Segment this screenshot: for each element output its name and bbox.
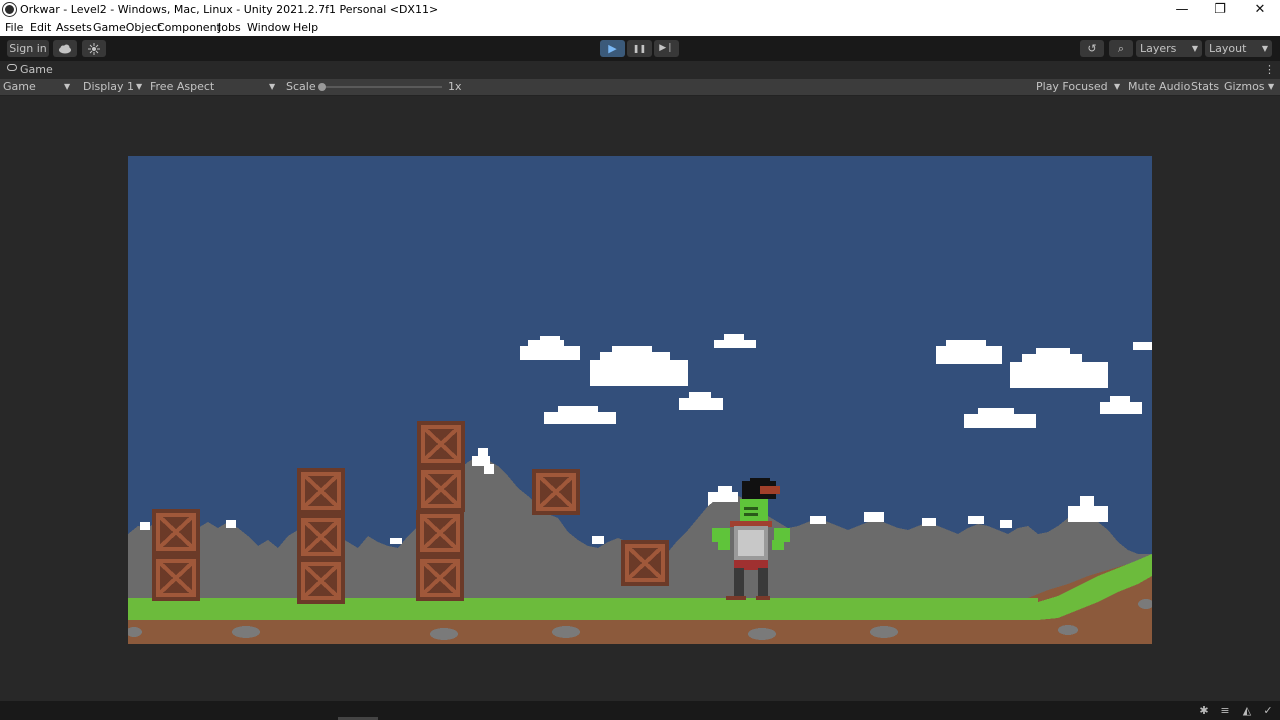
crate (532, 469, 580, 515)
chevron-down-icon: ▼ (269, 82, 276, 91)
sign-in-button[interactable]: Sign in (7, 40, 49, 57)
cloud-button[interactable] (53, 40, 77, 57)
cloud (1133, 342, 1152, 350)
cloud (1010, 348, 1108, 388)
menu-assets[interactable]: Assets (56, 21, 92, 34)
chevron-down-icon: ▼ (1114, 82, 1121, 91)
maximize-button[interactable]: ❐ (1200, 0, 1240, 20)
chevron-down-icon: ▼ (1261, 44, 1268, 53)
layout-label: Layout (1209, 42, 1247, 55)
unity-logo-icon (3, 3, 16, 16)
close-button[interactable]: ✕ (1240, 0, 1280, 20)
layers-label: Layers (1140, 42, 1177, 55)
crate (417, 466, 465, 512)
bug-icon[interactable]: ✱ (1198, 705, 1210, 717)
scale-slider-track[interactable] (318, 83, 442, 91)
minimize-button[interactable]: — (1162, 0, 1202, 20)
chevron-down-icon: ▼ (64, 82, 71, 91)
main-toolbar: Sign in ▶ ❚❚ ▶❘ ↺ ⌕ Layers ▼ Layout ▼ (0, 36, 1280, 61)
menu-jobs[interactable]: Jobs (218, 21, 241, 34)
display-dropdown[interactable]: Display 1 (83, 80, 134, 93)
mountains (128, 448, 1152, 616)
menu-bar: File Edit Assets GameObject Component Jo… (0, 20, 1280, 36)
search-button[interactable]: ⌕ (1109, 40, 1133, 57)
cloud-icon (59, 44, 71, 54)
undo-history-button[interactable]: ↺ (1080, 40, 1104, 57)
gamepad-icon (7, 64, 17, 71)
cloud (714, 334, 756, 348)
crate (152, 509, 200, 555)
stats-toggle[interactable]: Stats (1191, 80, 1219, 93)
cloud (590, 346, 688, 386)
cloud (520, 336, 580, 360)
game-tab-row: Game ⋮ (0, 61, 1280, 79)
collab-icon (88, 43, 100, 55)
clouds (520, 334, 1152, 506)
cloud (964, 408, 1036, 428)
chevron-down-icon: ▼ (136, 82, 143, 91)
status-bar: ✱ ≡ ◭ ✓ (0, 701, 1280, 720)
crate (152, 555, 200, 601)
cloud (1100, 396, 1142, 414)
cloud (936, 340, 1002, 364)
window-title: Orkwar - Level2 - Windows, Mac, Linux - … (20, 3, 439, 16)
cache-server-icon[interactable]: ≡ (1219, 705, 1231, 717)
window-titlebar: Orkwar - Level2 - Windows, Mac, Linux - … (0, 0, 1280, 20)
play-focused-dropdown[interactable]: Play Focused (1036, 80, 1108, 93)
menu-help[interactable]: Help (293, 21, 318, 34)
scale-slider-handle[interactable] (318, 83, 326, 91)
cloud (544, 406, 616, 424)
menu-edit[interactable]: Edit (30, 21, 51, 34)
game-render[interactable] (128, 156, 1152, 644)
play-button[interactable]: ▶ (600, 40, 625, 57)
chevron-down-icon: ▼ (1191, 44, 1198, 53)
step-button[interactable]: ▶❘ (654, 40, 679, 57)
check-icon[interactable]: ✓ (1262, 705, 1274, 717)
crate (621, 540, 669, 586)
crate (297, 514, 345, 560)
menu-window[interactable]: Window (247, 21, 290, 34)
crate (416, 555, 464, 601)
layers-dropdown[interactable]: Layers ▼ (1136, 40, 1202, 57)
pause-button[interactable]: ❚❚ (627, 40, 652, 57)
more-options-icon[interactable]: ⋮ (1264, 63, 1275, 76)
scale-value: 1x (448, 80, 462, 93)
cloud (679, 392, 723, 410)
lighting-icon[interactable]: ◭ (1241, 705, 1253, 717)
tab-game[interactable]: Game (20, 63, 53, 76)
chevron-down-icon: ▼ (1268, 82, 1275, 91)
game-control-bar: Game ▼ Display 1 ▼ Free Aspect ▼ Scale 1… (0, 79, 1280, 96)
mute-audio-toggle[interactable]: Mute Audio (1128, 80, 1190, 93)
crate (297, 468, 345, 514)
game-scene (128, 334, 1152, 644)
gizmos-toggle[interactable]: Gizmos (1224, 80, 1265, 93)
crate (417, 421, 465, 467)
layout-dropdown[interactable]: Layout ▼ (1205, 40, 1272, 57)
menu-file[interactable]: File (5, 21, 23, 34)
view-dropdown[interactable]: Game (3, 80, 36, 93)
menu-gameobject[interactable]: GameObject (93, 21, 162, 34)
crate (297, 558, 345, 604)
scale-label: Scale (286, 80, 316, 93)
crate (416, 510, 464, 556)
menu-component[interactable]: Component (157, 21, 221, 34)
collab-button[interactable] (82, 40, 106, 57)
aspect-dropdown[interactable]: Free Aspect (150, 80, 214, 93)
